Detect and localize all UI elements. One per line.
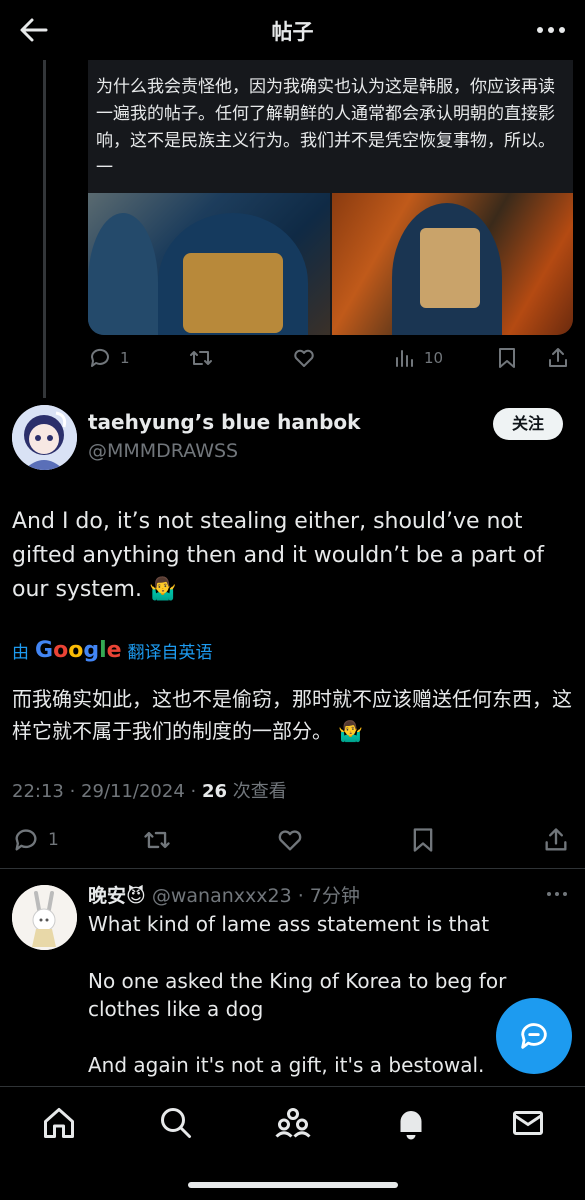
bookmark-icon (499, 348, 515, 368)
heart-icon (294, 349, 314, 367)
reply-button[interactable]: 1 (88, 343, 130, 373)
top-bar: 帖子 (0, 0, 585, 60)
nav-home[interactable] (41, 1105, 77, 1141)
page-title: 帖子 (271, 20, 314, 44)
display-name[interactable]: taehyung’s blue hanbok (88, 410, 360, 434)
nav-messages[interactable] (510, 1105, 546, 1141)
translate-prefix: 由 (12, 643, 29, 663)
views-label: 次查看 (227, 781, 287, 802)
share-icon (549, 348, 567, 367)
like-button[interactable] (292, 343, 316, 373)
home-icon (44, 1108, 74, 1138)
share-button[interactable] (546, 343, 570, 373)
messages-envelope-icon (513, 1111, 543, 1135)
reply-display-name[interactable]: 晚安😈 (88, 885, 146, 907)
reply-more-button[interactable] (545, 884, 569, 904)
divider (0, 868, 585, 869)
reply-bubble-icon (15, 829, 37, 851)
search-icon (161, 1108, 191, 1138)
nav-notifications[interactable] (393, 1105, 429, 1141)
follow-button[interactable]: 关注 (493, 408, 563, 440)
quoted-post-text: 为什么我会责怪他，因为我确实也认为这是韩服，你应该再读一遍我的帖子。任何了解朝鲜… (96, 77, 555, 178)
views-button[interactable]: 10 (394, 343, 443, 373)
post-image-left[interactable] (88, 193, 330, 335)
share-icon (545, 828, 567, 851)
reply-header: 晚安😈 @wananxxx23 · 7分钟 (88, 881, 360, 908)
thread-connector-line (43, 60, 46, 398)
post-text: And I do, it’s not stealing either, shou… (12, 509, 545, 602)
reply-bubble-icon (90, 348, 109, 367)
avatar-illustration (12, 885, 77, 950)
user-handle[interactable]: @MMMDRAWSS (88, 440, 238, 462)
quoted-post-actions: 1 10 (88, 343, 573, 373)
quoted-post-card[interactable]: 为什么我会责怪他，因为我确实也认为这是韩服，你应该再读一遍我的帖子。任何了解朝鲜… (88, 60, 573, 335)
bookmark-button[interactable] (496, 343, 518, 373)
avatar-illustration (12, 405, 77, 470)
notifications-bell-icon (400, 1111, 422, 1140)
reply-button[interactable]: 1 (12, 824, 59, 856)
translated-post-text: 而我确实如此，这也不是偷窃，那时就不应该赠送任何东西，这样它就不属于我们的制度的… (12, 687, 572, 743)
translation-attribution[interactable]: 由 Google 翻译自英语 (12, 638, 213, 663)
post-meta: 22:13 · 29/11/2024 · 26 次查看 (12, 777, 287, 803)
google-logo: Google (35, 638, 122, 663)
post-actions: 1 (12, 824, 572, 856)
repost-button[interactable] (142, 824, 172, 856)
more-horizontal-icon (547, 892, 567, 896)
compose-reply-button[interactable] (496, 998, 572, 1074)
reply-count: 1 (120, 349, 130, 367)
reply-text-paragraph: What kind of lame ass statement is that (88, 912, 490, 936)
more-options-button[interactable] (535, 16, 567, 44)
nav-communities[interactable] (275, 1105, 311, 1141)
bookmark-button[interactable] (410, 824, 436, 856)
post-image-right[interactable] (332, 193, 573, 335)
reply-avatar[interactable] (12, 885, 77, 950)
bar-chart-icon (396, 350, 413, 367)
repost-icon (144, 831, 170, 849)
reply-count: 1 (48, 830, 59, 850)
reply-handle-time[interactable]: @wananxxx23 · 7分钟 (146, 885, 360, 907)
home-indicator[interactable] (188, 1182, 398, 1188)
post-timestamp: 22:13 · 29/11/2024 · (12, 781, 202, 802)
view-count: 26 (201, 781, 228, 802)
repost-button[interactable] (188, 343, 214, 373)
avatar[interactable] (12, 405, 77, 470)
like-button[interactable] (276, 824, 304, 856)
reply-bubble-plus-icon (521, 1023, 547, 1049)
nav-search[interactable] (158, 1105, 194, 1141)
translate-suffix: 翻译自英语 (127, 643, 213, 663)
communities-icon (275, 1108, 311, 1138)
repost-icon (190, 351, 212, 365)
heart-icon (278, 830, 302, 851)
more-horizontal-icon (537, 27, 565, 33)
share-button[interactable] (542, 824, 570, 856)
bookmark-icon (413, 828, 433, 852)
view-count: 10 (424, 349, 444, 367)
